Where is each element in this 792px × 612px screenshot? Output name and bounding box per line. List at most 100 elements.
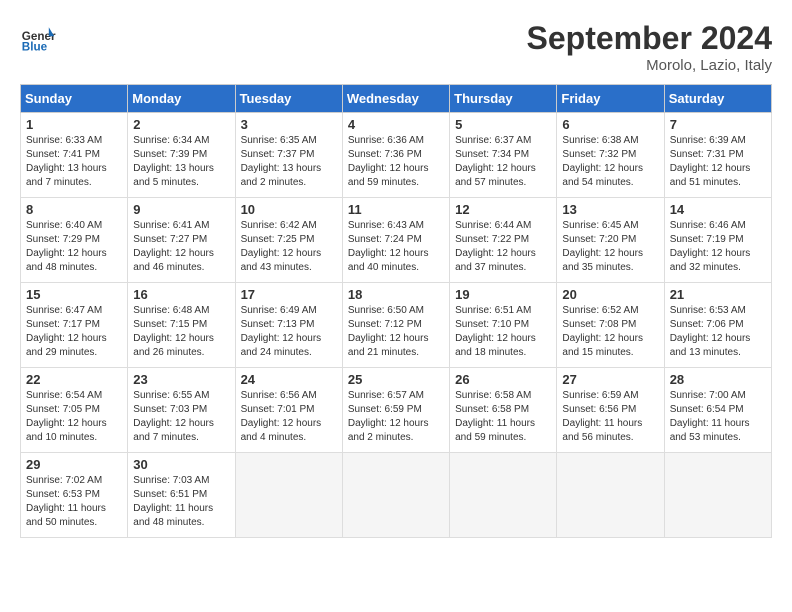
calendar-cell: 25Sunrise: 6:57 AM Sunset: 6:59 PM Dayli…: [342, 368, 449, 453]
calendar-cell: 12 Sunrise: 6:44 AM Sunset: 7:22 PM Dayli…: [450, 198, 557, 283]
day-info: Sunrise: 7:00 AM Sunset: 6:54 PM Dayligh…: [670, 389, 766, 445]
calendar-cell: 29 Sunrise: 7:02 AM Sunset: 6:53 PM Dayli…: [21, 453, 128, 538]
day-number: 21: [670, 287, 766, 302]
day-info: Sunrise: 6:43 AM Sunset: 7:24 PM Dayligh…: [348, 219, 444, 275]
day-number: 19: [455, 287, 551, 302]
calendar-cell: [664, 453, 771, 538]
day-number: 26: [455, 372, 551, 387]
day-info: Sunrise: 6:54 AM Sunset: 7:05 PM Dayligh…: [26, 389, 122, 445]
day-number: 4: [348, 117, 444, 132]
calendar-cell: 23 Sunrise: 6:55 AM Sunset: 7:03 PM Dayli…: [128, 368, 235, 453]
page-header: General Blue September 2024 Morolo, Lazi…: [20, 20, 772, 74]
calendar-cell: 7 Sunrise: 6:39 AM Sunset: 7:31 PM Daylig…: [664, 113, 771, 198]
calendar-cell: 30 Sunrise: 7:03 AM Sunset: 6:51 PM Dayli…: [128, 453, 235, 538]
day-number: 22: [26, 372, 122, 387]
calendar-cell: [235, 453, 342, 538]
day-info: Sunrise: 6:47 AM Sunset: 7:17 PM Dayligh…: [26, 304, 122, 360]
day-info: Sunrise: 6:36 AM Sunset: 7:36 PM Dayligh…: [348, 134, 444, 190]
title-block: September 2024 Morolo, Lazio, Italy: [527, 20, 772, 74]
day-number: 28: [670, 372, 766, 387]
calendar-cell: 15 Sunrise: 6:47 AM Sunset: 7:17 PM Dayli…: [21, 283, 128, 368]
day-info: Sunrise: 6:55 AM Sunset: 7:03 PM Dayligh…: [133, 389, 229, 445]
day-info: Sunrise: 6:41 AM Sunset: 7:27 PM Dayligh…: [133, 219, 229, 275]
calendar-cell: 18 Sunrise: 6:50 AM Sunset: 7:12 PM Dayli…: [342, 283, 449, 368]
day-number: 11: [348, 202, 444, 217]
day-number: 3: [241, 117, 337, 132]
day-info: Sunrise: 6:40 AM Sunset: 7:29 PM Dayligh…: [26, 219, 122, 275]
day-info: Sunrise: 6:59 AM Sunset: 6:56 PM Dayligh…: [562, 389, 658, 445]
day-info: Sunrise: 6:45 AM Sunset: 7:20 PM Dayligh…: [562, 219, 658, 275]
calendar-table: SundayMondayTuesdayWednesdayThursdayFrid…: [20, 84, 772, 538]
day-number: 6: [562, 117, 658, 132]
calendar-cell: 28 Sunrise: 7:00 AM Sunset: 6:54 PM Dayli…: [664, 368, 771, 453]
day-info: Sunrise: 6:48 AM Sunset: 7:15 PM Dayligh…: [133, 304, 229, 360]
logo: General Blue: [20, 20, 56, 56]
calendar-cell: 9 Sunrise: 6:41 AM Sunset: 7:27 PM Daylig…: [128, 198, 235, 283]
weekday-header: Friday: [557, 85, 664, 113]
day-number: 13: [562, 202, 658, 217]
day-number: 9: [133, 202, 229, 217]
calendar-cell: 6Sunrise: 6:38 AM Sunset: 7:32 PM Daylig…: [557, 113, 664, 198]
logo-icon: General Blue: [20, 20, 56, 56]
day-info: Sunrise: 6:52 AM Sunset: 7:08 PM Dayligh…: [562, 304, 658, 360]
day-number: 14: [670, 202, 766, 217]
day-info: Sunrise: 6:49 AM Sunset: 7:13 PM Dayligh…: [241, 304, 337, 360]
day-number: 2: [133, 117, 229, 132]
day-info: Sunrise: 6:35 AM Sunset: 7:37 PM Dayligh…: [241, 134, 337, 190]
day-info: Sunrise: 6:56 AM Sunset: 7:01 PM Dayligh…: [241, 389, 337, 445]
day-number: 10: [241, 202, 337, 217]
calendar-week-row: 22 Sunrise: 6:54 AM Sunset: 7:05 PM Dayli…: [21, 368, 772, 453]
day-info: Sunrise: 6:39 AM Sunset: 7:31 PM Dayligh…: [670, 134, 766, 190]
calendar-week-row: 1 Sunrise: 6:33 AM Sunset: 7:41 PM Daylig…: [21, 113, 772, 198]
calendar-cell: 3 Sunrise: 6:35 AM Sunset: 7:37 PM Daylig…: [235, 113, 342, 198]
day-info: Sunrise: 6:33 AM Sunset: 7:41 PM Dayligh…: [26, 134, 122, 190]
day-info: Sunrise: 6:42 AM Sunset: 7:25 PM Dayligh…: [241, 219, 337, 275]
calendar-cell: 24 Sunrise: 6:56 AM Sunset: 7:01 PM Dayli…: [235, 368, 342, 453]
calendar-cell: 14Sunrise: 6:46 AM Sunset: 7:19 PM Dayli…: [664, 198, 771, 283]
calendar-week-row: 8Sunrise: 6:40 AM Sunset: 7:29 PM Daylig…: [21, 198, 772, 283]
day-number: 24: [241, 372, 337, 387]
location: Morolo, Lazio, Italy: [527, 57, 772, 74]
day-number: 5: [455, 117, 551, 132]
calendar-cell: 16 Sunrise: 6:48 AM Sunset: 7:15 PM Dayli…: [128, 283, 235, 368]
day-number: 12: [455, 202, 551, 217]
calendar-cell: 26 Sunrise: 6:58 AM Sunset: 6:58 PM Dayli…: [450, 368, 557, 453]
calendar-cell: [450, 453, 557, 538]
svg-text:Blue: Blue: [22, 41, 48, 54]
day-info: Sunrise: 7:03 AM Sunset: 6:51 PM Dayligh…: [133, 474, 229, 530]
calendar-cell: 20 Sunrise: 6:52 AM Sunset: 7:08 PM Dayli…: [557, 283, 664, 368]
day-number: 27: [562, 372, 658, 387]
calendar-cell: 8Sunrise: 6:40 AM Sunset: 7:29 PM Daylig…: [21, 198, 128, 283]
month-title: September 2024: [527, 20, 772, 57]
calendar-week-row: 15 Sunrise: 6:47 AM Sunset: 7:17 PM Dayli…: [21, 283, 772, 368]
calendar-cell: 17 Sunrise: 6:49 AM Sunset: 7:13 PM Dayli…: [235, 283, 342, 368]
day-info: Sunrise: 6:44 AM Sunset: 7:22 PM Dayligh…: [455, 219, 551, 275]
day-info: Sunrise: 6:58 AM Sunset: 6:58 PM Dayligh…: [455, 389, 551, 445]
calendar-cell: 4 Sunrise: 6:36 AM Sunset: 7:36 PM Daylig…: [342, 113, 449, 198]
day-info: Sunrise: 6:50 AM Sunset: 7:12 PM Dayligh…: [348, 304, 444, 360]
day-info: Sunrise: 6:37 AM Sunset: 7:34 PM Dayligh…: [455, 134, 551, 190]
weekday-header-row: SundayMondayTuesdayWednesdayThursdayFrid…: [21, 85, 772, 113]
calendar-week-row: 29 Sunrise: 7:02 AM Sunset: 6:53 PM Dayli…: [21, 453, 772, 538]
calendar-cell: 5 Sunrise: 6:37 AM Sunset: 7:34 PM Daylig…: [450, 113, 557, 198]
weekday-header: Sunday: [21, 85, 128, 113]
day-info: Sunrise: 7:02 AM Sunset: 6:53 PM Dayligh…: [26, 474, 122, 530]
weekday-header: Thursday: [450, 85, 557, 113]
calendar-cell: 27 Sunrise: 6:59 AM Sunset: 6:56 PM Dayli…: [557, 368, 664, 453]
day-number: 30: [133, 457, 229, 472]
calendar-cell: [557, 453, 664, 538]
day-number: 17: [241, 287, 337, 302]
day-number: 7: [670, 117, 766, 132]
day-info: Sunrise: 6:34 AM Sunset: 7:39 PM Dayligh…: [133, 134, 229, 190]
day-number: 23: [133, 372, 229, 387]
day-number: 15: [26, 287, 122, 302]
day-number: 1: [26, 117, 122, 132]
day-number: 29: [26, 457, 122, 472]
calendar-cell: 11 Sunrise: 6:43 AM Sunset: 7:24 PM Dayli…: [342, 198, 449, 283]
weekday-header: Tuesday: [235, 85, 342, 113]
day-number: 20: [562, 287, 658, 302]
day-number: 18: [348, 287, 444, 302]
day-number: 16: [133, 287, 229, 302]
weekday-header: Monday: [128, 85, 235, 113]
calendar-cell: 1 Sunrise: 6:33 AM Sunset: 7:41 PM Daylig…: [21, 113, 128, 198]
